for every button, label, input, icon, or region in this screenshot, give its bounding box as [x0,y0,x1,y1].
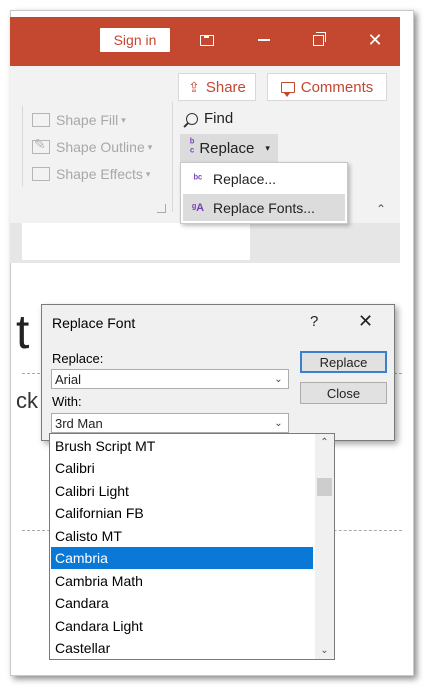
chevron-down-icon[interactable]: ⌄ [269,414,288,432]
chevron-down-icon: ▾ [145,168,151,179]
shape-effects-label: Shape Effects [56,166,143,182]
shape-outline-button[interactable]: Shape Outline ▾ [32,136,153,155]
menu-item-replace[interactable]: ᵇᶜ Replace... [183,165,345,192]
shape-effects-icon [32,167,50,181]
collapse-ribbon-icon[interactable]: ⌃ [376,202,386,216]
font-list-item[interactable]: Cambria Math [51,570,313,592]
font-list-scrollbar[interactable]: ⌃ ⌄ [315,434,334,659]
replace-font-value: Arial [55,371,82,387]
ribbon-display-options-icon[interactable] [192,27,222,53]
dialog-launcher-icon[interactable] [157,204,166,213]
replace-label: Replace [199,139,255,157]
share-icon: ⇪ [188,78,200,95]
replace-dropdown-menu: ᵇᶜ Replace... ᵍA Replace Fonts... [180,162,348,224]
group-divider [22,106,23,186]
chevron-down-icon[interactable]: ⌄ [269,370,288,388]
group-divider [172,102,173,212]
replace-button[interactable]: ᵇᶜ Replace ▾ [180,134,278,162]
with-font-value: 3rd Man [55,415,103,431]
slide-thumbnail-area [22,223,250,260]
dialog-title: Replace Font [52,315,136,331]
with-field-label: With: [52,394,82,409]
font-list-item[interactable]: Californian FB [51,502,313,524]
font-list-item[interactable]: Brush Script MT [51,435,313,457]
font-list-item[interactable]: Candara [51,592,313,614]
chevron-down-icon: ▾ [121,114,126,125]
slide-body-text: ck [16,388,38,413]
share-label: Share [205,78,246,96]
chevron-down-icon: ▾ [265,142,270,153]
shape-fill-label: Shape Fill [56,112,119,128]
find-button[interactable]: Find [186,110,233,127]
title-bar: Sign in ✕ [10,17,400,66]
shape-effects-button[interactable]: Shape Effects ▾ [32,166,150,182]
font-list-item-selected[interactable]: Cambria [51,547,313,569]
shape-outline-label: Shape Outline [56,139,145,155]
chevron-up-icon[interactable]: ⌃ [315,434,334,451]
replace-icon: ᵇᶜ [190,137,195,158]
font-list-item[interactable]: Castellar [51,637,313,659]
shape-fill-button[interactable]: Shape Fill ▾ [32,112,126,128]
sign-in-button[interactable]: Sign in [100,28,170,52]
font-list-item[interactable]: Candara Light [51,615,313,637]
replace-font-select[interactable]: Arial ⌄ [51,369,289,389]
restore-icon[interactable] [303,27,333,53]
replace-dialog-button[interactable]: Replace [300,351,387,373]
close-window-icon[interactable]: ✕ [360,27,390,53]
search-icon [186,112,198,125]
replace-fonts-icon: ᵍA [191,201,205,214]
chevron-down-icon: ▾ [147,141,153,152]
share-button[interactable]: ⇪ Share [178,73,256,101]
shape-fill-icon [32,113,50,127]
font-list-item[interactable]: Calisto MT [51,525,313,547]
replace-field-label: Replace: [52,351,104,366]
comment-icon [280,81,295,97]
close-icon[interactable]: ✕ [358,311,373,332]
comments-button[interactable]: Comments [267,73,387,101]
shape-outline-icon [32,136,50,154]
replace-font-dialog: Replace Font ? ✕ Replace: Arial ⌄ With: … [41,304,395,441]
help-icon[interactable]: ? [310,313,318,330]
comments-label: Comments [300,78,374,96]
chevron-down-icon[interactable]: ⌄ [315,642,334,659]
slide-title-text: t [16,306,30,359]
scrollbar-thumb[interactable] [317,478,332,496]
minimize-icon[interactable] [249,27,279,53]
font-list: Brush Script MT Calibri Calibri Light Ca… [49,433,335,660]
menu-item-label: Replace Fonts... [213,199,315,216]
close-dialog-button[interactable]: Close [300,382,387,404]
replace-icon: ᵇᶜ [193,172,203,185]
menu-item-replace-fonts[interactable]: ᵍA Replace Fonts... [183,194,345,221]
font-list-item[interactable]: Calibri Light [51,480,313,502]
menu-item-label: Replace... [213,170,277,187]
with-font-select[interactable]: 3rd Man ⌄ [51,413,289,433]
font-list-item[interactable]: Calibri [51,457,313,479]
find-label: Find [204,110,234,127]
